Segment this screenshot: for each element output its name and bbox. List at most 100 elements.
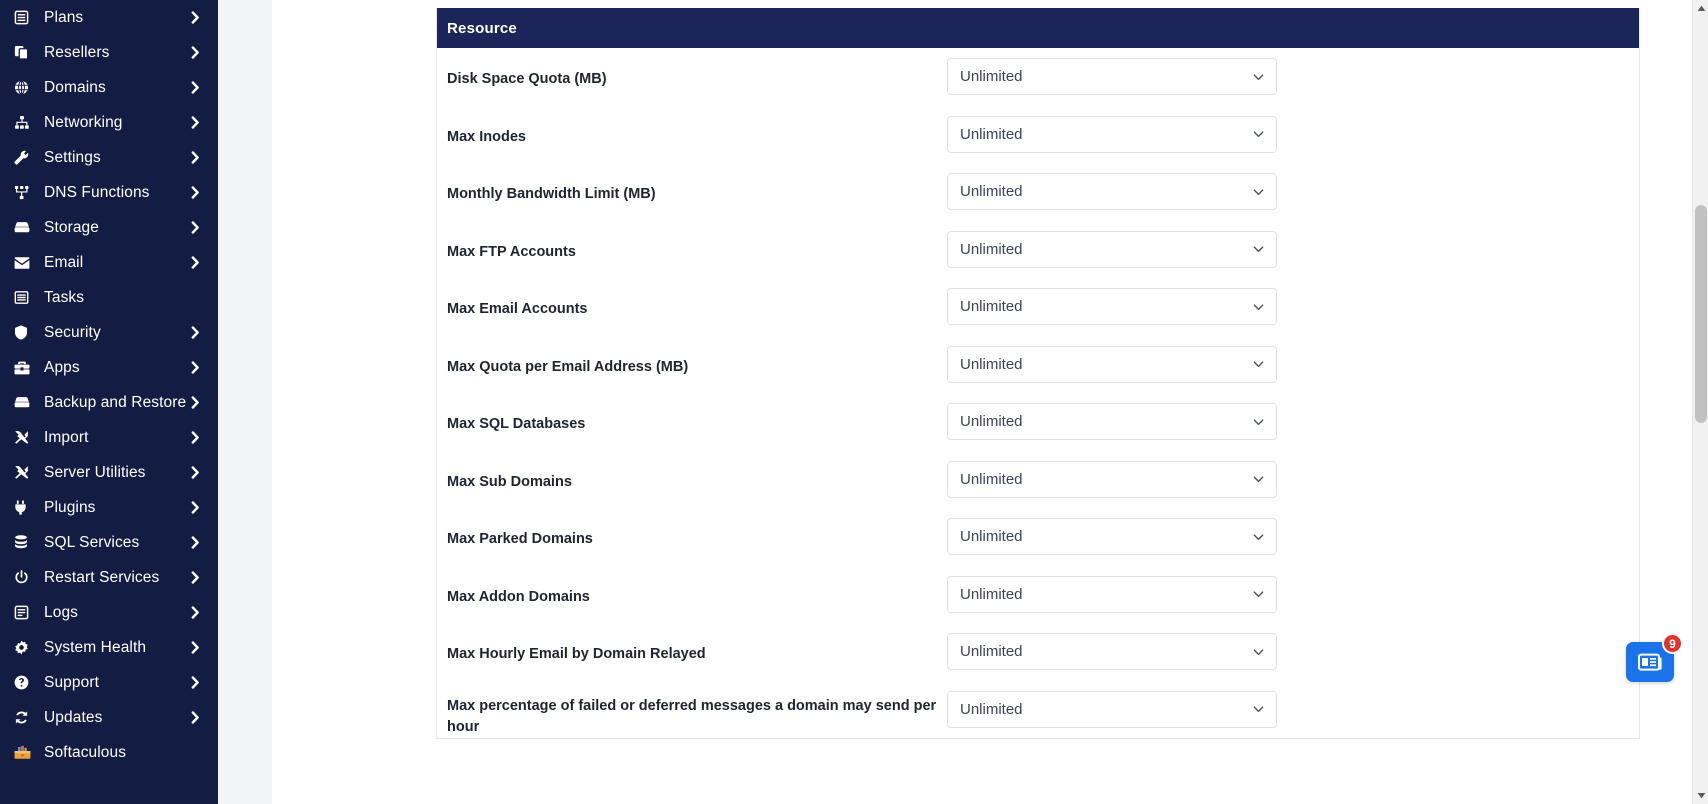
sidebar-item-label: System Health — [44, 638, 147, 656]
sidebar-item-security[interactable]: Security — [0, 315, 218, 350]
sidebar-item-tasks[interactable]: Tasks — [0, 280, 218, 315]
form-row: Max Sub Domains Unlimited — [437, 451, 1639, 509]
field-label: Max percentage of failed or deferred mes… — [447, 697, 937, 735]
form-row: Max Quota per Email Address (MB) Unlimit… — [437, 336, 1639, 394]
field-label: Monthly Bandwidth Limit (MB) — [447, 186, 656, 202]
max-percentage-failed-deferred-messages-select[interactable]: Unlimited — [947, 690, 1277, 728]
field-label: Max SQL Databases — [447, 416, 586, 432]
disk-space-quota-select[interactable]: Unlimited — [947, 58, 1277, 95]
chevron-down-icon — [1252, 185, 1265, 198]
question-circle-icon — [14, 675, 36, 690]
scrollbar-up-arrow-icon[interactable] — [1693, 0, 1708, 17]
chevron-right-icon — [191, 326, 200, 339]
max-quota-per-email-address-select[interactable]: Unlimited — [947, 345, 1277, 383]
field-control: Unlimited — [947, 566, 1277, 613]
sidebar-item-label: Softaculous — [44, 743, 127, 761]
chevron-right-icon — [191, 151, 200, 164]
server-icon — [14, 10, 36, 25]
field-control: Unlimited — [947, 48, 1277, 95]
sidebar-item-label: Email — [44, 253, 84, 271]
sidebar-item-label: Security — [44, 323, 101, 341]
form-row: Disk Space Quota (MB) Unlimited — [437, 48, 1639, 106]
sidebar-item-logs[interactable]: Logs — [0, 595, 218, 630]
chevron-right-icon — [191, 466, 200, 479]
field-control: Unlimited — [947, 451, 1277, 498]
sidebar-item-label: Domains — [44, 78, 106, 96]
form-row: Max Parked Domains Unlimited — [437, 508, 1639, 566]
sidebar-item-domains[interactable]: Domains — [0, 70, 218, 105]
chevron-right-icon — [191, 536, 200, 549]
sidebar-item-label: Backup and Restore — [44, 393, 187, 411]
log-icon — [14, 605, 36, 620]
chevron-right-icon — [191, 641, 200, 654]
sidebar-item-label: Settings — [44, 148, 101, 166]
chevron-down-icon — [1252, 645, 1265, 658]
resource-panel: Resource Disk Space Quota (MB) Unlimited… — [436, 8, 1640, 739]
sidebar-item-label: Resellers — [44, 43, 110, 61]
monthly-bandwidth-limit-select[interactable]: Unlimited — [947, 173, 1277, 210]
select-value: Unlimited — [960, 413, 1023, 430]
unread-count-badge: 9 — [1662, 633, 1683, 654]
sidebar-item-label: Import — [44, 428, 89, 446]
sidebar-item-import[interactable]: Import — [0, 420, 218, 455]
max-ftp-accounts-select[interactable]: Unlimited — [947, 230, 1277, 268]
form-row: Monthly Bandwidth Limit (MB) Unlimited — [437, 163, 1639, 221]
max-parked-domains-select[interactable]: Unlimited — [947, 518, 1277, 555]
chevron-right-icon — [191, 81, 200, 94]
sidebar-item-softaculous[interactable]: Softaculous — [0, 735, 218, 770]
chevron-right-icon — [191, 46, 200, 59]
softaculous-icon — [14, 745, 36, 760]
sidebar-item-label: Networking — [44, 113, 123, 131]
copy-icon — [14, 45, 36, 60]
page-scrollbar[interactable] — [1692, 0, 1708, 804]
sidebar-item-label: Apps — [44, 358, 80, 376]
field-control: Unlimited — [947, 681, 1277, 728]
form-row: Max percentage of failed or deferred mes… — [437, 681, 1639, 739]
sidebar-item-storage[interactable]: Storage — [0, 210, 218, 245]
chevron-right-icon — [191, 711, 200, 724]
sidebar-item-label: Plugins — [44, 498, 96, 516]
sidebar-item-plugins[interactable]: Plugins — [0, 490, 218, 525]
form-row: Max Addon Domains Unlimited — [437, 566, 1639, 624]
max-addon-domains-select[interactable]: Unlimited — [947, 575, 1277, 613]
sidebar-item-sql-services[interactable]: SQL Services — [0, 525, 218, 560]
field-label: Disk Space Quota (MB) — [447, 71, 607, 87]
field-control: Unlimited — [947, 221, 1277, 268]
max-sub-domains-select[interactable]: Unlimited — [947, 460, 1277, 498]
sidebar-item-label: Tasks — [44, 288, 85, 306]
sidebar-item-label: Support — [44, 673, 99, 691]
select-value: Unlimited — [960, 585, 1023, 603]
sidebar-item-server-utilities[interactable]: Server Utilities — [0, 455, 218, 490]
scrollbar-down-arrow-icon[interactable] — [1693, 787, 1708, 804]
chevron-down-icon — [1252, 70, 1265, 83]
sidebar-item-plans[interactable]: Plans — [0, 0, 218, 35]
content-left-gutter — [218, 0, 272, 804]
sidebar-item-system-health[interactable]: System Health — [0, 630, 218, 665]
sidebar-item-resellers[interactable]: Resellers — [0, 35, 218, 70]
sidebar-item-label: Plans — [44, 8, 84, 26]
max-hourly-email-by-domain-relayed-select[interactable]: Unlimited — [947, 633, 1277, 670]
select-value: Unlimited — [960, 355, 1023, 373]
sidebar-item-dns-functions[interactable]: DNS Functions — [0, 175, 218, 210]
sidebar-item-updates[interactable]: Updates — [0, 700, 218, 735]
scrollbar-thumb[interactable] — [1695, 205, 1707, 423]
sidebar-item-settings[interactable]: Settings — [0, 140, 218, 175]
chevron-right-icon — [191, 361, 200, 374]
field-control: Unlimited — [947, 163, 1277, 210]
sidebar-item-support[interactable]: Support — [0, 665, 218, 700]
sidebar-item-networking[interactable]: Networking — [0, 105, 218, 140]
plug-icon — [14, 500, 36, 515]
max-inodes-select[interactable]: Unlimited — [947, 115, 1277, 153]
field-label: Max Parked Domains — [447, 531, 593, 547]
max-email-accounts-select[interactable]: Unlimited — [947, 288, 1277, 325]
field-control: Unlimited — [947, 106, 1277, 153]
sidebar-item-email[interactable]: Email — [0, 245, 218, 280]
select-value: Unlimited — [960, 643, 1023, 660]
news-chat-widget-button[interactable]: 9 — [1626, 633, 1683, 682]
max-sql-databases-select[interactable]: Unlimited — [947, 403, 1277, 440]
shield-icon — [14, 325, 36, 340]
sidebar-item-backup-and-restore[interactable]: Backup and Restore — [0, 385, 218, 420]
sidebar-item-apps[interactable]: Apps — [0, 350, 218, 385]
sidebar-item-label: Server Utilities — [44, 463, 146, 481]
sidebar-item-restart-services[interactable]: Restart Services — [0, 560, 218, 595]
